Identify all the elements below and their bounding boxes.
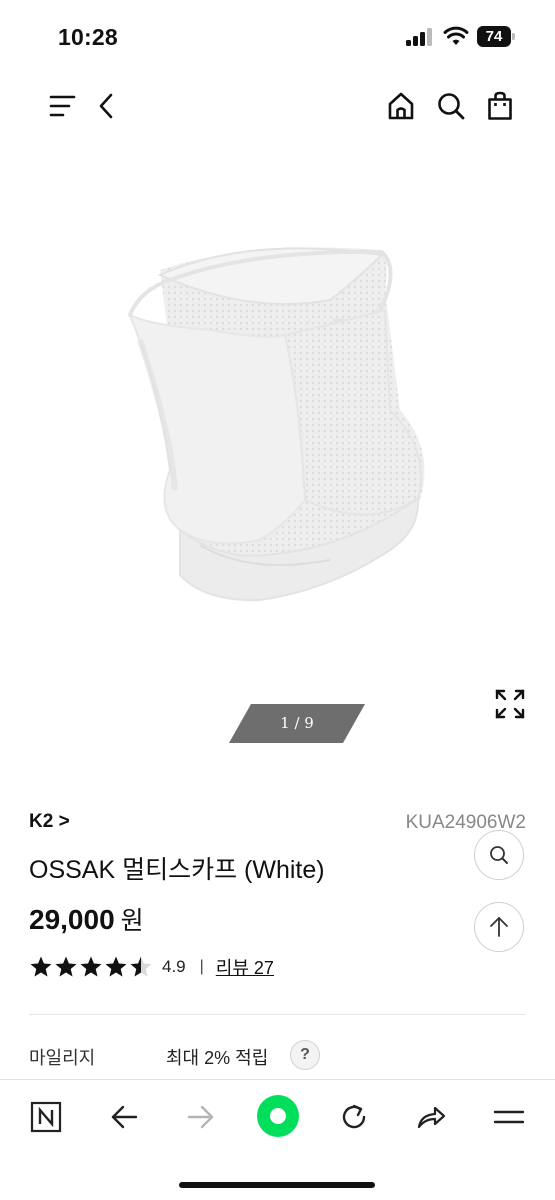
share-icon[interactable] xyxy=(408,1094,454,1140)
scroll-top-button[interactable] xyxy=(474,902,524,952)
rating-row: 4.9 | 리뷰 27 xyxy=(29,954,274,980)
reload-icon[interactable] xyxy=(331,1094,377,1140)
naver-n-icon[interactable] xyxy=(23,1094,69,1140)
search-icon xyxy=(490,846,508,864)
mileage-label: 마일리지 xyxy=(29,1048,96,1068)
price: 29,000 원 xyxy=(29,901,144,937)
expand-icon[interactable] xyxy=(494,688,526,720)
forward-arrow-icon[interactable] xyxy=(178,1094,224,1140)
menu-icon[interactable] xyxy=(44,88,80,124)
menu-icon[interactable] xyxy=(486,1094,532,1140)
home-icon[interactable] xyxy=(383,88,419,124)
status-bar: 10:28 74 xyxy=(0,0,555,74)
top-navigation xyxy=(0,74,555,138)
mileage-help-button[interactable]: ? xyxy=(290,1040,320,1070)
pager-text: 1 / 9 xyxy=(280,714,314,732)
floating-search-button[interactable] xyxy=(474,830,524,880)
mileage-value: 최대 2% 적립 xyxy=(166,1048,269,1068)
rating-value: 4.9 xyxy=(162,957,186,976)
star-icon xyxy=(80,956,102,977)
product-image[interactable] xyxy=(100,230,460,630)
star-icon xyxy=(55,956,77,977)
product-title: OSSAK 멀티스카프 (White) xyxy=(29,856,325,884)
star-icon xyxy=(105,956,127,977)
search-icon[interactable] xyxy=(433,88,469,124)
rating-stars xyxy=(29,955,154,979)
image-pager: 1 / 9 xyxy=(229,704,365,743)
battery-icon: 74 xyxy=(477,26,517,47)
home-indicator xyxy=(179,1182,375,1188)
price-unit: 원 xyxy=(120,907,144,935)
review-link[interactable]: 리뷰 27 xyxy=(216,954,274,980)
arrow-up-icon xyxy=(490,917,508,937)
price-amount: 29,000 xyxy=(29,904,115,935)
brand-link[interactable]: K2 > xyxy=(29,811,70,833)
green-dot-icon[interactable] xyxy=(254,1092,302,1140)
status-time: 10:28 xyxy=(58,24,118,50)
divider xyxy=(29,1014,526,1015)
back-arrow-icon[interactable] xyxy=(101,1094,147,1140)
back-icon[interactable] xyxy=(88,88,124,124)
signal-icon xyxy=(406,28,434,46)
rating-separator: | xyxy=(199,958,204,975)
battery-level: 74 xyxy=(477,26,511,47)
shopping-bag-icon[interactable] xyxy=(482,88,518,124)
star-icon xyxy=(130,956,152,977)
wifi-icon xyxy=(443,26,469,45)
star-icon xyxy=(30,956,52,977)
